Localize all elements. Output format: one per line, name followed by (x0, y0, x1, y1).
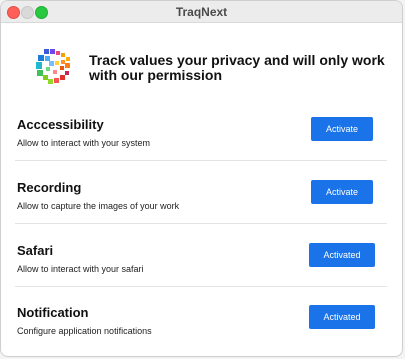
permission-row-recording: Recording Allow to capture the images of… (15, 180, 387, 242)
permission-row-accessibility: Acccessibility Allow to interact with yo… (15, 117, 387, 179)
divider (15, 160, 387, 161)
permission-description: Allow to interact with your safari (17, 264, 144, 274)
permission-row-notification: Notification Configure application notif… (15, 305, 387, 356)
title-bar: TraqNext (1, 1, 402, 23)
app-logo-icon (35, 47, 73, 87)
permission-row-safari: Safari Allow to interact with your safar… (15, 243, 387, 305)
permission-title: Acccessibility (17, 117, 104, 132)
safari-activated-button[interactable]: Activated (309, 243, 375, 267)
window-title: TraqNext (175, 5, 228, 19)
notification-activated-button[interactable]: Activated (309, 305, 375, 329)
activate-recording-button[interactable]: Activate (311, 180, 373, 204)
divider (15, 223, 387, 224)
permission-description: Configure application notifications (17, 326, 152, 336)
permission-title: Safari (17, 243, 54, 258)
permission-title: Recording (17, 180, 82, 195)
privacy-headline: Track values your privacy and will only … (89, 52, 385, 83)
permission-description: Allow to interact with your system (17, 138, 151, 148)
app-window: TraqNext Track values your privacy and w… (0, 0, 403, 357)
permission-title: Notification (17, 305, 89, 320)
divider (15, 286, 387, 287)
activate-accessibility-button[interactable]: Activate (311, 117, 373, 141)
permission-description: Allow to capture the images of your work (17, 201, 180, 211)
